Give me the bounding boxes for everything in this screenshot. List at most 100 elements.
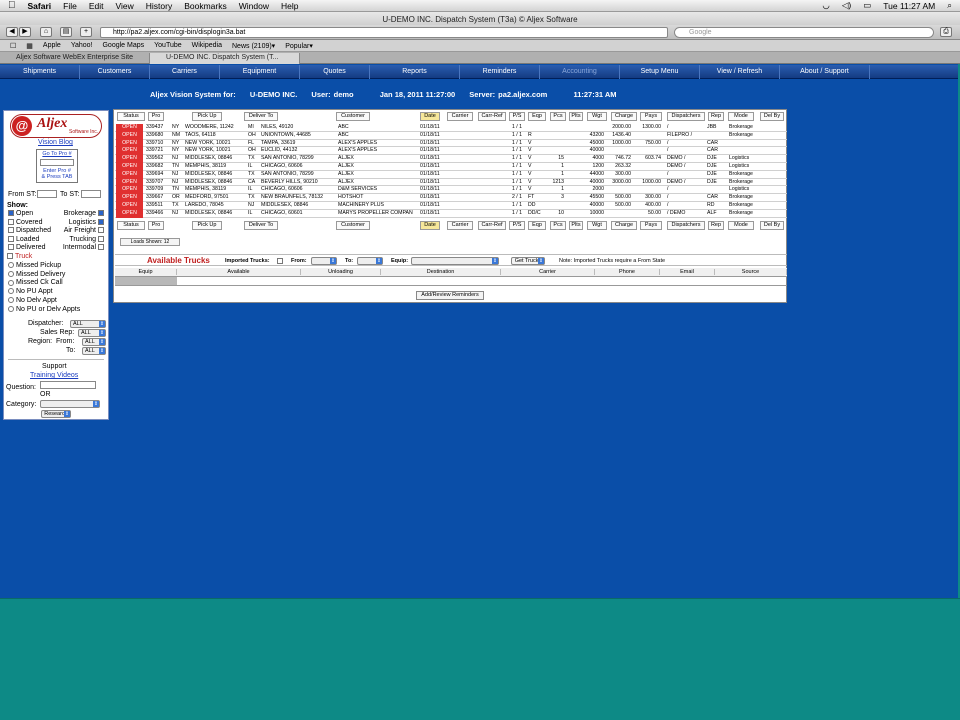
nav-quotes[interactable]: Quotes — [300, 65, 370, 79]
nav-reminders[interactable]: Reminders — [460, 65, 540, 79]
status-badge[interactable]: OPEN — [116, 201, 143, 210]
bookmark-item[interactable]: Apple — [43, 42, 61, 49]
col-header-wgt[interactable]: Wgt — [587, 221, 607, 230]
show-logistics-checkbox[interactable]: Logistics — [69, 219, 106, 226]
status-badge[interactable]: OPEN — [116, 147, 143, 156]
checkbox-icon[interactable] — [8, 227, 14, 234]
show-covered-checkbox[interactable]: Covered — [8, 219, 42, 226]
radio-icon[interactable] — [8, 288, 14, 295]
col-header-carrier[interactable]: Carrier — [447, 221, 473, 230]
show-brokerage-checkbox[interactable]: Brokerage — [64, 210, 106, 217]
bookmark-item[interactable]: Yahoo! — [71, 42, 93, 49]
col-header-status[interactable]: Status — [117, 112, 145, 121]
bookmark-item[interactable]: YouTube — [154, 42, 182, 49]
radio-icon[interactable] — [8, 270, 14, 277]
history-icon[interactable]: ▤ — [60, 27, 72, 37]
clock[interactable]: Tue 11:27 AM — [883, 1, 935, 11]
add-review-reminders-button[interactable]: Add/Review Reminders — [416, 291, 484, 300]
get-trucks-button[interactable]: Get Trucks — [511, 257, 545, 265]
reading-list-icon[interactable]: ☐ — [10, 42, 16, 50]
checkbox-icon[interactable] — [98, 227, 104, 234]
trucks-to-select[interactable] — [357, 257, 383, 265]
nav-view-refresh[interactable]: View / Refresh — [700, 65, 780, 79]
col-header-del-by[interactable]: Del By — [760, 221, 784, 230]
show-trucking-checkbox[interactable]: Trucking — [69, 236, 106, 243]
truck-checkbox[interactable]: Truck — [7, 253, 32, 260]
bookmark-item[interactable]: Popular▾ — [285, 42, 313, 50]
col-header-charge[interactable]: Charge — [611, 221, 637, 230]
region-to-select[interactable]: ALL — [82, 347, 106, 355]
status-badge[interactable]: OPEN — [116, 209, 143, 218]
radio-no-pu-or-delv-appts[interactable]: No PU or Delv Appts — [8, 306, 80, 313]
table-row[interactable]: OPEN 339466 NJ MIDDLESEX, 08846 IL CHICAGO, 6… — [115, 209, 787, 218]
add-bookmark-icon[interactable]: + — [80, 27, 92, 37]
nav-reports[interactable]: Reports — [370, 65, 460, 79]
app-menu[interactable]: Safari — [28, 1, 52, 11]
nav-accounting[interactable]: Accounting — [540, 65, 620, 79]
bookmark-item[interactable]: Google Maps — [102, 42, 144, 49]
col-header-charge[interactable]: Charge — [611, 112, 637, 121]
radio-missed-delivery[interactable]: Missed Delivery — [8, 271, 65, 278]
col-header-eqp[interactable]: Eqp — [528, 221, 546, 230]
table-row[interactable]: OPEN 339709 TN MEMPHIS, 38119 IL CHICAGO, 606… — [115, 186, 787, 195]
table-row[interactable]: OPEN 339682 TN MEMPHIS, 38119 IL CHICAGO, 606… — [115, 162, 787, 171]
nav-customers[interactable]: Customers — [80, 65, 150, 79]
radio-icon[interactable] — [8, 262, 14, 269]
vision-blog-link[interactable]: Vision Blog — [38, 139, 73, 146]
table-row[interactable]: OPEN 339667 OR MEDFORD, 97501 TX NEW BRAUNFEL… — [115, 194, 787, 202]
status-badge[interactable]: OPEN — [116, 194, 143, 202]
from-st-input[interactable] — [37, 190, 57, 198]
col-header-wgt[interactable]: Wgt — [587, 112, 607, 121]
col-header-rep[interactable]: Rep — [708, 221, 724, 230]
apple-menu-icon[interactable]:  — [8, 0, 16, 11]
status-badge[interactable]: OPEN — [116, 162, 143, 171]
to-st-input[interactable] — [81, 190, 101, 198]
col-header-carrier[interactable]: Carrier — [447, 112, 473, 121]
top-sites-icon[interactable]: ▦ — [26, 42, 33, 50]
nav-setup-menu[interactable]: Setup Menu — [620, 65, 700, 79]
bookmark-item[interactable]: Wikipedia — [192, 42, 222, 49]
menu-help[interactable]: Help — [281, 1, 298, 11]
col-header-date[interactable]: Date — [420, 112, 440, 121]
browser-tab[interactable]: U-DEMO INC. Dispatch System (T... — [150, 53, 300, 64]
url-field[interactable]: http://pa2.aljex.com/cgi-bin/displogin3a… — [100, 27, 668, 38]
nav-equipment[interactable]: Equipment — [220, 65, 300, 79]
question-input[interactable] — [40, 381, 96, 389]
browser-tab[interactable]: Aljex Software WebEx Enterprise Site — [0, 53, 150, 64]
col-header-deliver-to[interactable]: Deliver To — [244, 112, 278, 121]
col-header-customer[interactable]: Customer — [336, 112, 370, 121]
home-icon[interactable]: ⌂ — [40, 27, 52, 37]
show-intermodal-checkbox[interactable]: Intermodal — [63, 244, 106, 251]
radio-icon[interactable] — [8, 296, 14, 303]
status-badge[interactable]: OPEN — [116, 124, 143, 132]
col-header-mode[interactable]: Mode — [728, 112, 754, 121]
status-badge[interactable]: OPEN — [116, 131, 143, 140]
show-open-checkbox[interactable]: Open — [8, 210, 33, 217]
search-field[interactable]: Google — [674, 27, 934, 38]
col-header-mode[interactable]: Mode — [728, 221, 754, 230]
col-header-plts[interactable]: Plts — [569, 221, 583, 230]
trucks-from-select[interactable] — [311, 257, 337, 265]
col-header-pro[interactable]: Pro — [148, 112, 164, 121]
radio-missed-pickup[interactable]: Missed Pickup — [8, 262, 61, 269]
spotlight-icon[interactable]: ⌕ — [947, 0, 952, 11]
table-row[interactable]: OPEN 339694 NJ MIDDLESEX, 08846 TX SAN ANTONI… — [115, 170, 787, 179]
radio-icon[interactable] — [8, 305, 14, 312]
category-select[interactable] — [40, 400, 100, 408]
nav-carriers[interactable]: Carriers — [150, 65, 220, 79]
checkbox-icon[interactable] — [98, 210, 104, 217]
wifi-icon[interactable]: ◡ — [822, 0, 829, 11]
radio-no-delv-appt[interactable]: No Delv Appt — [8, 297, 57, 304]
menu-window[interactable]: Window — [239, 1, 269, 11]
table-row[interactable]: OPEN 339721 NY NEW YORK, 10021 OH EUCLID, 441… — [115, 147, 787, 156]
col-header-pays[interactable]: Pays — [640, 221, 662, 230]
menu-file[interactable]: File — [63, 1, 77, 11]
show-delivered-checkbox[interactable]: Delivered — [8, 244, 46, 251]
col-header-pick-up[interactable]: Pick Up — [192, 112, 222, 121]
table-row[interactable]: OPEN 339437 NY WOODMERE, 11242 MI NILES, 4912… — [115, 124, 787, 132]
region-from-select[interactable]: ALL — [82, 338, 106, 346]
show-dispatched-checkbox[interactable]: Dispatched — [8, 227, 51, 234]
imported-trucks-checkbox[interactable] — [277, 258, 283, 264]
status-badge[interactable]: OPEN — [116, 139, 143, 148]
dispatcher-select[interactable]: ALL — [70, 320, 106, 328]
